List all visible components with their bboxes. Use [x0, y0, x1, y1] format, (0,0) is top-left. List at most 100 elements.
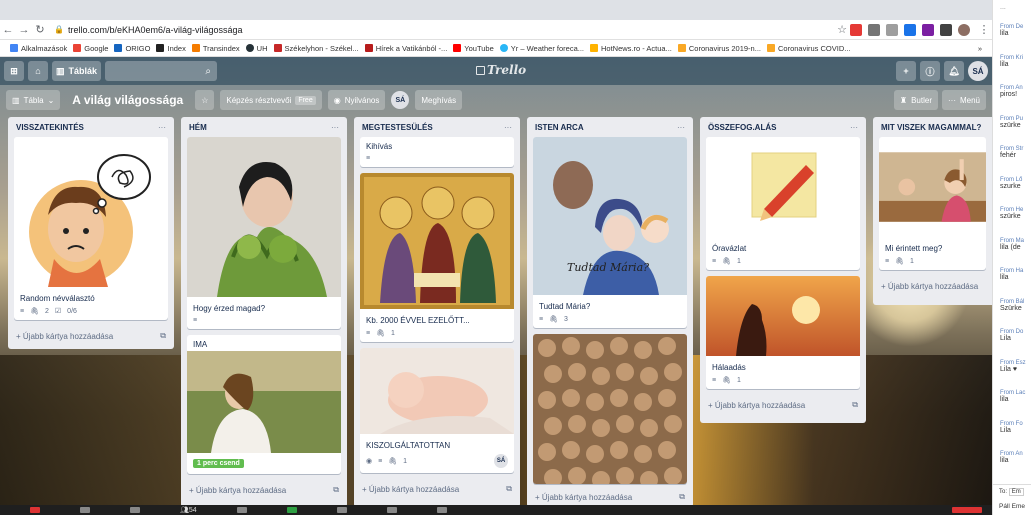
bookmark-szekelyhon[interactable]: Székelyhon - Székel... [273, 44, 359, 53]
breakout-icon[interactable] [386, 507, 397, 513]
add-card-label: + Újabb kártya hozzáadása [16, 331, 114, 341]
url-text: trello.com/b/eKHA0em6/a-világ-világosság… [67, 24, 243, 35]
extension-icon[interactable] [868, 23, 880, 36]
bookmark-yr[interactable]: Yr – Weather foreca... [499, 44, 584, 53]
bookmark-hotnews[interactable]: HotNews.ro - Actua... [590, 44, 672, 53]
list-menu-icon[interactable]: ··· [158, 123, 166, 132]
mute-icon[interactable] [30, 507, 40, 513]
chat-message-text: Lila [1000, 426, 1011, 434]
add-card-button[interactable]: + Újabb kártya hozzáadása ⧉ [700, 395, 866, 415]
chat-to-label: To: [999, 489, 1008, 495]
extension-icon[interactable] [922, 23, 934, 36]
list-header[interactable]: ÖSSZEFOG.ALÁS ··· [700, 117, 866, 137]
end-meeting-button[interactable] [952, 507, 982, 513]
card[interactable]: Óravázlat ≡ 🖇︎ 1 [706, 137, 860, 270]
menu-button[interactable]: ··· Menü [941, 90, 986, 110]
bookmark-youtube[interactable]: YouTube [453, 44, 494, 53]
forward-icon[interactable]: → [16, 24, 32, 36]
profile-avatar[interactable] [958, 23, 970, 36]
card-label[interactable]: 1 perc csend [193, 459, 244, 468]
home-icon[interactable]: ⌂ [28, 61, 48, 81]
invite-button[interactable]: Meghívás [415, 90, 463, 110]
info-icon[interactable]: ⓘ [920, 61, 940, 81]
card[interactable]: KISZOLGÁLTATOTTAN ◉ ≡ 🖇︎ 1 SÁ [360, 348, 514, 473]
list-menu-icon[interactable]: ··· [331, 123, 339, 132]
card[interactable]: Mi érintett meg? ≡ 🖇︎ 1 [879, 137, 986, 270]
bookmarks-overflow[interactable]: » [978, 44, 992, 53]
search-input[interactable]: ⌕ [105, 61, 218, 81]
add-card-button[interactable]: + Újabb kártya hozzáadása ⧉ [181, 480, 347, 500]
boards-button[interactable]: ▥ Táblák [52, 61, 102, 81]
card[interactable]: Hogy érzed magad? ≡ [187, 137, 341, 329]
list-header[interactable]: MEGTESTESÜLÉS ··· [354, 117, 520, 137]
chat-icon[interactable] [236, 507, 247, 513]
extension-icon[interactable] [886, 23, 898, 36]
create-plus-icon[interactable]: + [896, 61, 916, 81]
board-view-switcher[interactable]: ▥ Tábla ⌄ [6, 90, 61, 110]
add-card-button[interactable]: + Újabb kártya hozzáadása [873, 276, 992, 296]
template-icon[interactable]: ⧉ [679, 492, 685, 502]
card[interactable]: IMA 1 perc csend [187, 335, 341, 474]
team-button[interactable]: Képzés résztvevői Free [220, 90, 322, 110]
puzzle-icon[interactable] [940, 23, 952, 36]
card-member-avatar[interactable]: SÁ [494, 454, 508, 468]
bookmark-coronavirus-2[interactable]: Coronavirus COVID... [766, 44, 851, 53]
chat-recipient[interactable]: To: Em [993, 484, 1031, 498]
video-icon[interactable] [80, 507, 90, 513]
chat-input[interactable]: Páll Eme [993, 499, 1031, 515]
kebab-menu-icon[interactable]: ⋮ [976, 23, 992, 36]
card[interactable]: Kihívás ≡ [360, 137, 514, 167]
add-card-button[interactable]: + Újabb kártya hozzáadása ⧉ [354, 479, 520, 499]
record-icon[interactable] [336, 507, 347, 513]
trello-logo[interactable]: Trello [476, 63, 526, 77]
attachment-icon: 🖇︎ [895, 258, 904, 265]
bookmark-label: Hírek a Vatikánból -... [375, 43, 448, 53]
share-screen-icon[interactable] [286, 507, 297, 513]
list-menu-icon[interactable]: ··· [850, 123, 858, 132]
apps-icon[interactable]: ⊞ [4, 61, 24, 81]
star-icon[interactable]: ☆ [834, 23, 850, 36]
list-header[interactable]: MIT VISZEK MAGAMMAL? [873, 117, 992, 137]
template-icon[interactable]: ⧉ [160, 331, 166, 341]
star-board-icon[interactable]: ☆ [195, 90, 215, 110]
bookmark-apps[interactable]: Alkalmazások [10, 44, 67, 53]
bookmark-origo[interactable]: ORIGO [114, 44, 150, 53]
bookmark-index[interactable]: Index [156, 44, 186, 53]
visibility-button[interactable]: ◉ Nyilvános [327, 90, 386, 110]
list-header[interactable]: ISTEN ARCA ··· [527, 117, 693, 137]
bookmark-vatican[interactable]: Hírek a Vatikánból -... [364, 43, 448, 53]
template-icon[interactable]: ⧉ [506, 484, 512, 494]
add-card-button[interactable]: + Újabb kártya hozzáadása ⧉ [8, 326, 174, 346]
user-avatar[interactable]: SÁ [968, 61, 988, 81]
bookmark-coronavirus-1[interactable]: Coronavirus 2019-n... [677, 44, 761, 53]
extension-icon[interactable] [850, 23, 862, 36]
template-icon[interactable]: ⧉ [852, 400, 858, 410]
back-icon[interactable]: ← [0, 24, 16, 36]
bookmark-google[interactable]: Google [73, 44, 108, 53]
list-header[interactable]: VISSZATEKINTÉS ··· [8, 117, 174, 137]
security-icon[interactable] [130, 507, 140, 513]
board-title[interactable]: A világ világossága [66, 93, 189, 107]
butler-button[interactable]: ♜ Butler [893, 90, 938, 110]
add-card-button[interactable]: + Újabb kártya hozzáadása ⧉ [527, 487, 693, 505]
reactions-icon[interactable] [436, 507, 447, 513]
card[interactable]: Random névválasztó ≡ 🖇︎ 2 ☑ 0/6 [14, 137, 168, 320]
bookmark-transindex[interactable]: Transindex [191, 44, 240, 53]
reload-icon[interactable]: ↻ [32, 23, 48, 36]
bookmark-uh[interactable]: UH [245, 44, 268, 53]
list-menu-icon[interactable]: ··· [504, 123, 512, 132]
bell-icon[interactable]: 🔔︎ [944, 61, 964, 81]
template-icon[interactable]: ⧉ [333, 485, 339, 495]
url-field[interactable]: 🔒 trello.com/b/eKHA0em6/a-világ-világoss… [54, 25, 834, 35]
card[interactable]: Tudtad Mária? Tudtad Mária? ≡ 🖇︎ 3 [533, 137, 687, 328]
card[interactable]: Kb. 2000 ÉVVEL EZELŐTT... ≡ 🖇︎ 1 [360, 173, 514, 342]
card[interactable]: Hálaadás ≡ 🖇︎ 1 [706, 276, 860, 389]
extension-icon[interactable] [904, 23, 916, 36]
list-header[interactable]: HÉM ··· [181, 117, 347, 137]
bookmark-label: HotNews.ro - Actua... [601, 43, 672, 53]
card-cover-sunset-prayer [706, 276, 860, 356]
member-avatar[interactable]: SÁ [391, 91, 410, 109]
list-menu-icon[interactable]: ··· [677, 123, 685, 132]
participants-button[interactable]: 👥︎54 [180, 506, 197, 514]
card[interactable] [533, 334, 687, 484]
